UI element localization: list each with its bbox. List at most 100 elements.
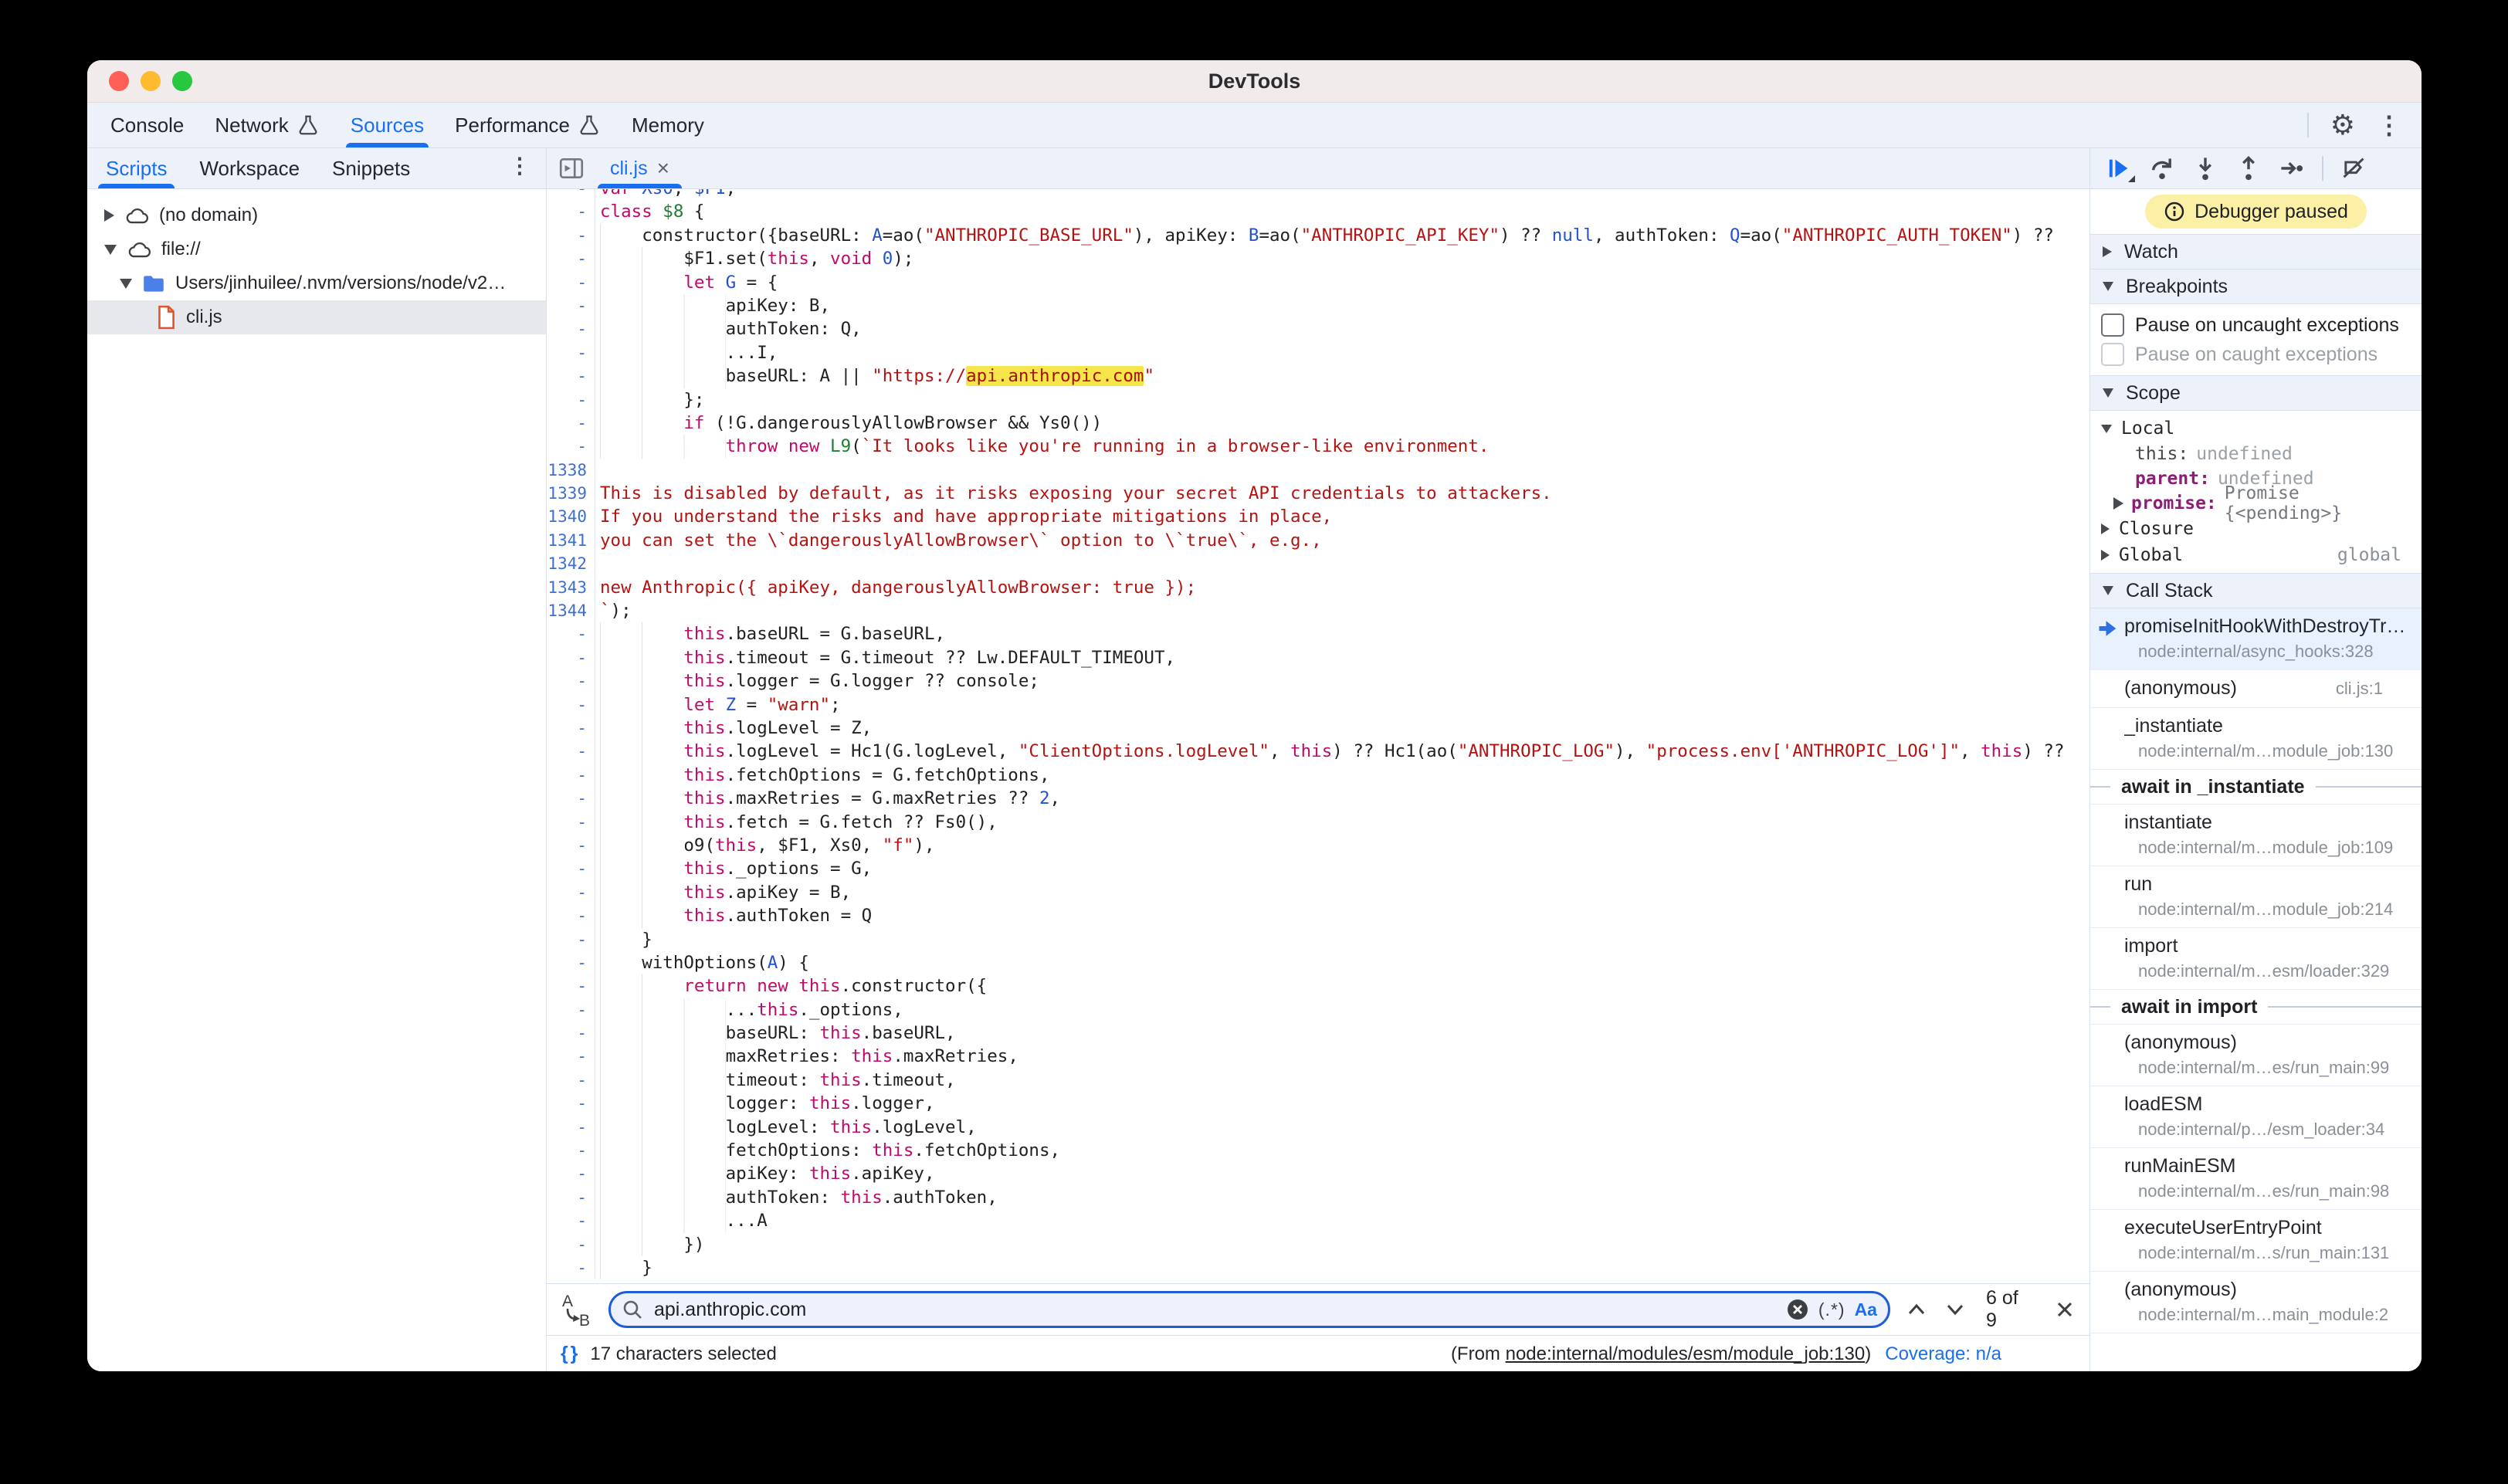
- pretty-print-icon[interactable]: { }: [561, 1343, 576, 1365]
- line-number-gutter[interactable]: -: [547, 857, 595, 880]
- line-number-gutter[interactable]: 1339: [547, 482, 595, 505]
- line-number-gutter[interactable]: -: [547, 904, 595, 927]
- caret-down-icon[interactable]: [120, 279, 132, 289]
- tab-sources[interactable]: Sources: [335, 103, 439, 147]
- line-number-gutter[interactable]: -: [547, 951, 595, 974]
- step-over-button[interactable]: [2143, 151, 2181, 185]
- callstack-frame[interactable]: (anonymous)node:internal/m…main_module:2: [2090, 1272, 2422, 1333]
- line-number-gutter[interactable]: -: [547, 1186, 595, 1209]
- line-number-gutter[interactable]: -: [547, 693, 595, 717]
- step-out-button[interactable]: [2229, 151, 2268, 185]
- caret-down-icon[interactable]: [104, 245, 117, 255]
- sidebar-tab-scripts[interactable]: Scripts: [95, 148, 178, 188]
- tab-console[interactable]: Console: [95, 103, 199, 147]
- line-number-gutter[interactable]: 1343: [547, 576, 595, 599]
- close-window-button[interactable]: [109, 71, 129, 91]
- line-number-gutter[interactable]: -: [547, 200, 595, 223]
- callstack-frame[interactable]: (anonymous)node:internal/m…es/run_main:9…: [2090, 1025, 2422, 1086]
- line-number-gutter[interactable]: -: [547, 1162, 595, 1185]
- replace-toggle-icon[interactable]: AB: [559, 1292, 595, 1327]
- callstack-frame[interactable]: promiseInitHookWithDestroyTr…node:intern…: [2090, 608, 2422, 670]
- line-number-gutter[interactable]: -: [547, 622, 595, 645]
- step-into-button[interactable]: [2186, 151, 2225, 185]
- search-input[interactable]: [652, 1298, 1777, 1322]
- minimize-window-button[interactable]: [141, 71, 161, 91]
- line-number-gutter[interactable]: -: [547, 364, 595, 388]
- line-number-gutter[interactable]: -: [547, 834, 595, 857]
- line-number-gutter[interactable]: -: [547, 1256, 595, 1279]
- tree-item--no-domain-[interactable]: (no domain): [87, 198, 546, 232]
- regex-toggle[interactable]: (.*): [1818, 1299, 1845, 1320]
- caret-right-icon[interactable]: [2101, 523, 2110, 534]
- tab-memory[interactable]: Memory: [616, 103, 720, 147]
- line-number-gutter[interactable]: -: [547, 1116, 595, 1139]
- callstack-frame[interactable]: instantiatenode:internal/m…module_job:10…: [2090, 805, 2422, 866]
- line-number-gutter[interactable]: -: [547, 881, 595, 904]
- coverage-link[interactable]: Coverage: n/a: [1885, 1343, 2001, 1365]
- line-number-gutter[interactable]: -: [547, 811, 595, 834]
- caret-right-icon[interactable]: [2101, 550, 2110, 561]
- scope-section-header[interactable]: Scope: [2090, 375, 2422, 411]
- match-case-toggle[interactable]: Aa: [1855, 1299, 1877, 1320]
- line-number-gutter[interactable]: -: [547, 1092, 595, 1115]
- settings-gear-icon[interactable]: ⚙: [2330, 111, 2355, 139]
- caret-down-icon[interactable]: [2101, 425, 2112, 433]
- line-number-gutter[interactable]: -: [547, 341, 595, 364]
- line-number-gutter[interactable]: -: [547, 998, 595, 1022]
- line-number-gutter[interactable]: -: [547, 294, 595, 317]
- line-number-gutter[interactable]: 1344: [547, 599, 595, 622]
- line-number-gutter[interactable]: -: [547, 247, 595, 270]
- line-number-gutter[interactable]: -: [547, 1139, 595, 1162]
- line-number-gutter[interactable]: -: [547, 928, 595, 951]
- line-number-gutter[interactable]: -: [547, 224, 595, 247]
- callstack-frame[interactable]: _instantiatenode:internal/m…module_job:1…: [2090, 708, 2422, 770]
- callstack-section-header[interactable]: Call Stack: [2090, 573, 2422, 608]
- line-number-gutter[interactable]: -: [547, 317, 595, 341]
- clear-search-icon[interactable]: [1786, 1298, 1809, 1321]
- line-number-gutter[interactable]: -: [547, 646, 595, 669]
- code-editor[interactable]: -var Xs0, $F1;-class $8 {- constructor({…: [547, 189, 2089, 1283]
- line-number-gutter[interactable]: 1341: [547, 529, 595, 552]
- line-number-gutter[interactable]: -: [547, 717, 595, 740]
- close-tab-icon[interactable]: ×: [657, 156, 669, 181]
- sidebar-tab-workspace[interactable]: Workspace: [188, 148, 310, 188]
- line-number-gutter[interactable]: -: [547, 1069, 595, 1092]
- callstack-frame[interactable]: runMainESMnode:internal/m…es/run_main:98: [2090, 1148, 2422, 1210]
- line-number-gutter[interactable]: 1340: [547, 505, 595, 528]
- line-number-gutter[interactable]: -: [547, 669, 595, 693]
- callstack-frame[interactable]: runnode:internal/m…module_job:214: [2090, 866, 2422, 928]
- tab-network[interactable]: Network: [199, 103, 334, 147]
- line-number-gutter[interactable]: -: [547, 388, 595, 412]
- scope-variable-this[interactable]: this:undefined: [2090, 442, 2422, 466]
- tree-item-users-jinhuilee-nvm-versions-node-v2-[interactable]: Users/jinhuilee/.nvm/versions/node/v2…: [87, 266, 546, 300]
- line-number-gutter[interactable]: -: [547, 740, 595, 763]
- source-origin-link[interactable]: node:internal/modules/esm/module_job:130: [1506, 1343, 1866, 1364]
- scope-group-local[interactable]: Local: [2090, 415, 2422, 442]
- callstack-frame[interactable]: executeUserEntryPointnode:internal/m…s/r…: [2090, 1210, 2422, 1272]
- line-number-gutter[interactable]: -: [547, 1045, 595, 1068]
- callstack-frame[interactable]: loadESMnode:internal/p…/esm_loader:34: [2090, 1086, 2422, 1148]
- toggle-navigator-icon[interactable]: [547, 148, 596, 188]
- pause-on-uncaught-exceptions-checkbox[interactable]: [2101, 313, 2124, 337]
- more-options-kebab-icon[interactable]: ⋮: [2377, 113, 2401, 137]
- watch-section-header[interactable]: Watch: [2090, 234, 2422, 269]
- line-number-gutter[interactable]: 1338: [547, 459, 595, 482]
- tree-item-file-[interactable]: file://: [87, 232, 546, 266]
- line-number-gutter[interactable]: -: [547, 412, 595, 435]
- line-number-gutter[interactable]: -: [547, 764, 595, 787]
- caret-right-icon[interactable]: [104, 209, 114, 222]
- tab-performance[interactable]: Performance: [439, 103, 616, 147]
- close-search-icon[interactable]: [2052, 1297, 2077, 1322]
- next-match-icon[interactable]: [1943, 1297, 1967, 1322]
- scope-group-global[interactable]: Globalglobal: [2090, 542, 2422, 568]
- line-number-gutter[interactable]: -: [547, 1022, 595, 1045]
- zoom-window-button[interactable]: [172, 71, 192, 91]
- line-number-gutter[interactable]: -: [547, 974, 595, 998]
- callstack-frame[interactable]: importnode:internal/m…esm/loader:329: [2090, 928, 2422, 990]
- step-button[interactable]: [2272, 151, 2311, 185]
- navigator-more-icon[interactable]: ⋮: [509, 155, 530, 177]
- line-number-gutter[interactable]: -: [547, 787, 595, 810]
- line-number-gutter[interactable]: -: [547, 435, 595, 458]
- callstack-frame[interactable]: (anonymous)cli.js:1: [2090, 670, 2422, 708]
- line-number-gutter[interactable]: -: [547, 189, 595, 200]
